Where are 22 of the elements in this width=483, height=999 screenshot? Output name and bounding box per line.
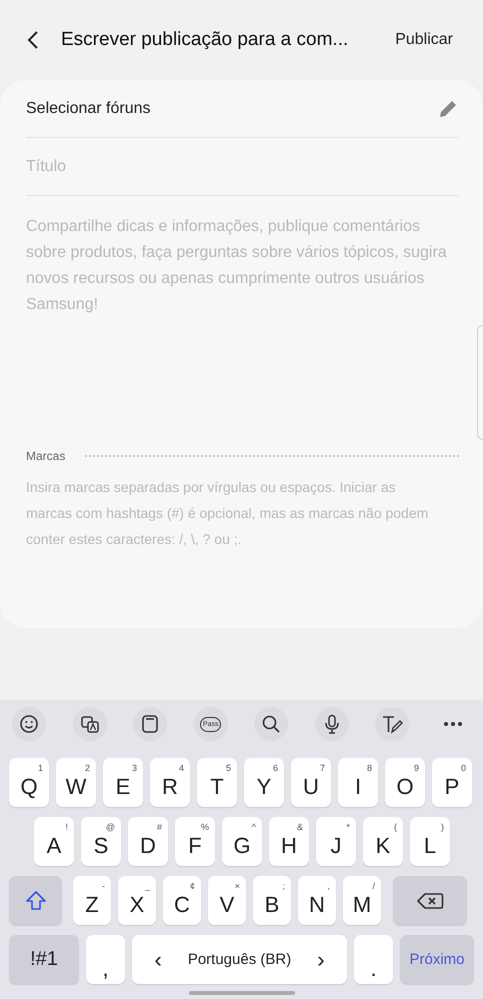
backspace-icon bbox=[416, 892, 444, 910]
clipboard-icon[interactable] bbox=[133, 707, 168, 741]
tags-field[interactable]: Insira marcas separadas por vírgulas ou espaços. Iniciar as marcas com hashtags (#) é opcional, mas as marcas não podem conter estes caracteres: /, \, ? ou ;. bbox=[26, 474, 429, 564]
tags-label: Marcas bbox=[26, 449, 66, 463]
shift-key[interactable] bbox=[9, 876, 62, 925]
title-field[interactable]: Título bbox=[26, 138, 459, 196]
keyboard-key[interactable]: . bbox=[354, 935, 393, 984]
handwriting-icon[interactable] bbox=[375, 707, 410, 741]
keyboard-key[interactable]: , bbox=[86, 935, 125, 984]
backspace-key[interactable] bbox=[393, 876, 467, 925]
shift-icon bbox=[24, 890, 46, 912]
translate-icon[interactable] bbox=[72, 707, 107, 741]
body-field[interactable]: Compartilhe dicas e informações, publique comentários sobre produtos, faça perguntas sobre vários tópicos, sugira novos recursos ou apenas cumprimente outros usuários Samsung! bbox=[26, 214, 451, 434]
microphone-icon[interactable] bbox=[314, 707, 349, 741]
space-key[interactable]: ‹ Português (BR) › bbox=[132, 935, 347, 984]
next-key[interactable]: Próximo bbox=[400, 935, 474, 984]
publish-button[interactable]: Publicar bbox=[395, 31, 453, 49]
symbols-key[interactable]: !#1 bbox=[9, 935, 79, 984]
forum-selector[interactable]: Selecionar fóruns bbox=[26, 100, 151, 118]
page-title: Escrever publicação para a com... bbox=[61, 29, 350, 51]
emoji-icon[interactable] bbox=[12, 707, 46, 741]
search-icon[interactable] bbox=[254, 707, 288, 741]
